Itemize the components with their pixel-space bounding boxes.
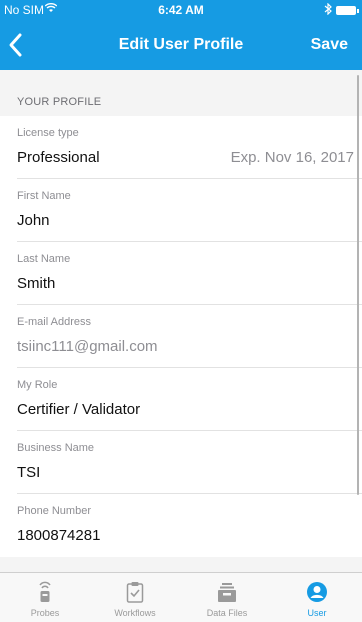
clipboard-check-icon (90, 581, 180, 605)
save-button[interactable]: Save (311, 36, 348, 54)
last-name-field[interactable]: Last Name Smith (17, 242, 362, 305)
section-footer (0, 557, 362, 572)
license-type-row[interactable]: License type Professional Exp. Nov 16, 2… (17, 116, 362, 179)
phone-number-input[interactable]: 1800874281 (17, 527, 100, 544)
license-type-value: Professional (17, 149, 100, 166)
last-name-input[interactable]: Smith (17, 275, 55, 292)
tab-probes[interactable]: Probes (0, 573, 90, 622)
section-title: YOUR PROFILE (17, 96, 102, 108)
tab-bar: Probes Workflows Data Files User (0, 572, 362, 622)
probe-icon (0, 581, 90, 605)
field-label: Phone Number (17, 505, 91, 517)
field-label: License type (17, 127, 79, 139)
page-title: Edit User Profile (118, 36, 244, 53)
tab-label: User (307, 608, 327, 618)
business-name-input[interactable]: TSI (17, 464, 40, 481)
tab-data-files[interactable]: Data Files (182, 573, 272, 622)
first-name-field[interactable]: First Name John (17, 179, 362, 242)
battery-icon (336, 6, 359, 15)
bluetooth-icon (324, 2, 332, 18)
email-field: E-mail Address tsiinc111@gmail.com (17, 305, 362, 368)
tab-label: Probes (30, 608, 60, 618)
field-label: My Role (17, 379, 58, 391)
status-time: 6:42 AM (158, 3, 204, 17)
field-label: Last Name (17, 253, 71, 265)
first-name-input[interactable]: John (17, 212, 50, 229)
license-expiration: Exp. Nov 16, 2017 (230, 149, 354, 166)
tab-user[interactable]: User (272, 573, 362, 622)
navigation-bar: Edit User Profile Save (0, 20, 362, 70)
business-name-field[interactable]: Business Name TSI (17, 431, 362, 494)
profile-form[interactable]: YOUR PROFILE License type Professional E… (0, 70, 362, 572)
role-select[interactable]: Certifier / Validator (17, 401, 140, 418)
email-value: tsiinc111@gmail.com (17, 338, 158, 355)
section-header: YOUR PROFILE (0, 70, 362, 116)
tab-label: Workflows (114, 608, 156, 618)
status-bar: No SIM 6:42 AM (0, 0, 362, 20)
field-label: E-mail Address (17, 316, 91, 328)
tab-workflows[interactable]: Workflows (90, 573, 180, 622)
field-label: First Name (17, 190, 71, 202)
data-files-icon (182, 581, 272, 605)
role-field[interactable]: My Role Certifier / Validator (17, 368, 362, 431)
phone-number-field[interactable]: Phone Number 1800874281 (17, 494, 362, 557)
tab-label: Data Files (206, 608, 248, 618)
field-label: Business Name (17, 442, 95, 454)
scrollbar[interactable] (357, 75, 359, 495)
user-icon (272, 581, 362, 605)
